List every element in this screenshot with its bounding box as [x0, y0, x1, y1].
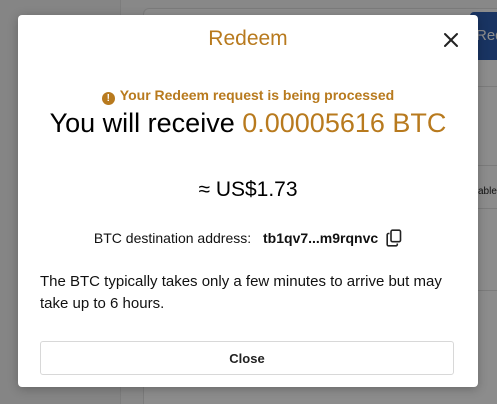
modal-title: Redeem — [208, 27, 288, 50]
close-icon[interactable] — [442, 31, 460, 49]
receive-prefix: You will receive — [49, 108, 235, 138]
close-button[interactable]: Close — [40, 341, 454, 375]
status-text: Your Redeem request is being processed — [119, 87, 395, 103]
destination-address: tb1qv7...m9rqnvc — [263, 230, 379, 246]
redeem-modal: Redeem ! Your Redeem request is being pro… — [18, 15, 478, 387]
destination-label: BTC destination address: — [93, 230, 252, 246]
usd-value: ≈ US$1.73 — [198, 178, 298, 201]
status-message: ! Your Redeem request is being processed — [18, 87, 478, 105]
receive-amount: 0.00005616 BTC — [242, 108, 447, 138]
warning-circle-icon: ! — [101, 92, 115, 105]
destination-row: BTC destination address: tb1qv7...m9rqnv… — [18, 229, 478, 247]
copy-icon[interactable] — [386, 229, 402, 247]
receive-summary: You will receive 0.00005616 BTC — [18, 107, 478, 140]
timing-note: The BTC typically takes only a few minut… — [40, 273, 442, 312]
